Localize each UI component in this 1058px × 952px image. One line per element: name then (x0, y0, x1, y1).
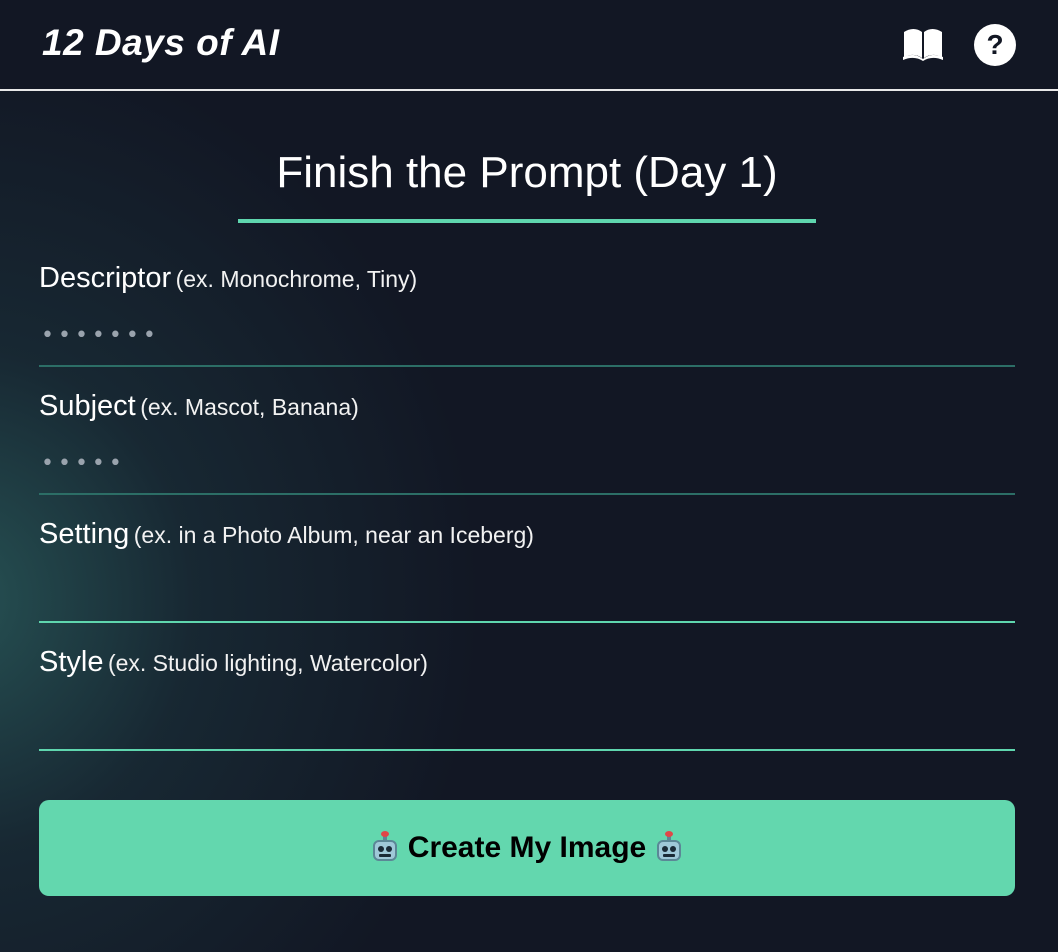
style-name: Style (39, 646, 104, 678)
setting-input[interactable] (39, 568, 1015, 614)
help-glyph: ? (986, 29, 1004, 60)
title-underline (238, 219, 816, 223)
create-image-button[interactable]: Create My Image (39, 800, 1015, 896)
descriptor-hint: (ex. Monochrome, Tiny) (175, 266, 418, 292)
style-hint: (ex. Studio lighting, Watercolor) (107, 650, 428, 676)
style-field: Style (ex. Studio lighting, Watercolor) (39, 646, 1015, 774)
subject-hint: (ex. Mascot, Banana) (140, 394, 359, 420)
subject-label: Subject (ex. Mascot, Banana) (39, 390, 359, 423)
subject-name: Subject (39, 390, 136, 422)
setting-underline (39, 621, 1015, 623)
subject-underline (39, 493, 1015, 495)
setting-label: Setting (ex. in a Photo Album, near an I… (39, 518, 534, 551)
setting-hint: (ex. in a Photo Album, near an Iceberg) (133, 522, 534, 548)
page-title: Finish the Prompt (Day 1) (276, 148, 778, 197)
style-label: Style (ex. Studio lighting, Watercolor) (39, 646, 428, 679)
setting-field: Setting (ex. in a Photo Album, near an I… (39, 518, 1015, 646)
robot-icon (654, 831, 684, 863)
app-title: 12 Days of AI (42, 22, 280, 63)
robot-icon (370, 831, 400, 863)
descriptor-label: Descriptor (ex. Monochrome, Tiny) (39, 262, 417, 295)
descriptor-underline (39, 365, 1015, 367)
style-underline (39, 749, 1015, 751)
subject-field: Subject (ex. Mascot, Banana) (39, 390, 1015, 518)
top-bar: 12 Days of AI ? (0, 0, 1058, 91)
descriptor-name: Descriptor (39, 262, 172, 294)
descriptor-field: Descriptor (ex. Monochrome, Tiny) (39, 262, 1015, 390)
style-input[interactable] (39, 696, 1015, 742)
setting-name: Setting (39, 518, 130, 550)
help-icon[interactable]: ? (974, 24, 1016, 66)
book-icon[interactable] (900, 24, 946, 64)
create-image-label: Create My Image (407, 831, 647, 864)
descriptor-input[interactable] (39, 312, 1015, 358)
subject-input[interactable] (39, 440, 1015, 486)
